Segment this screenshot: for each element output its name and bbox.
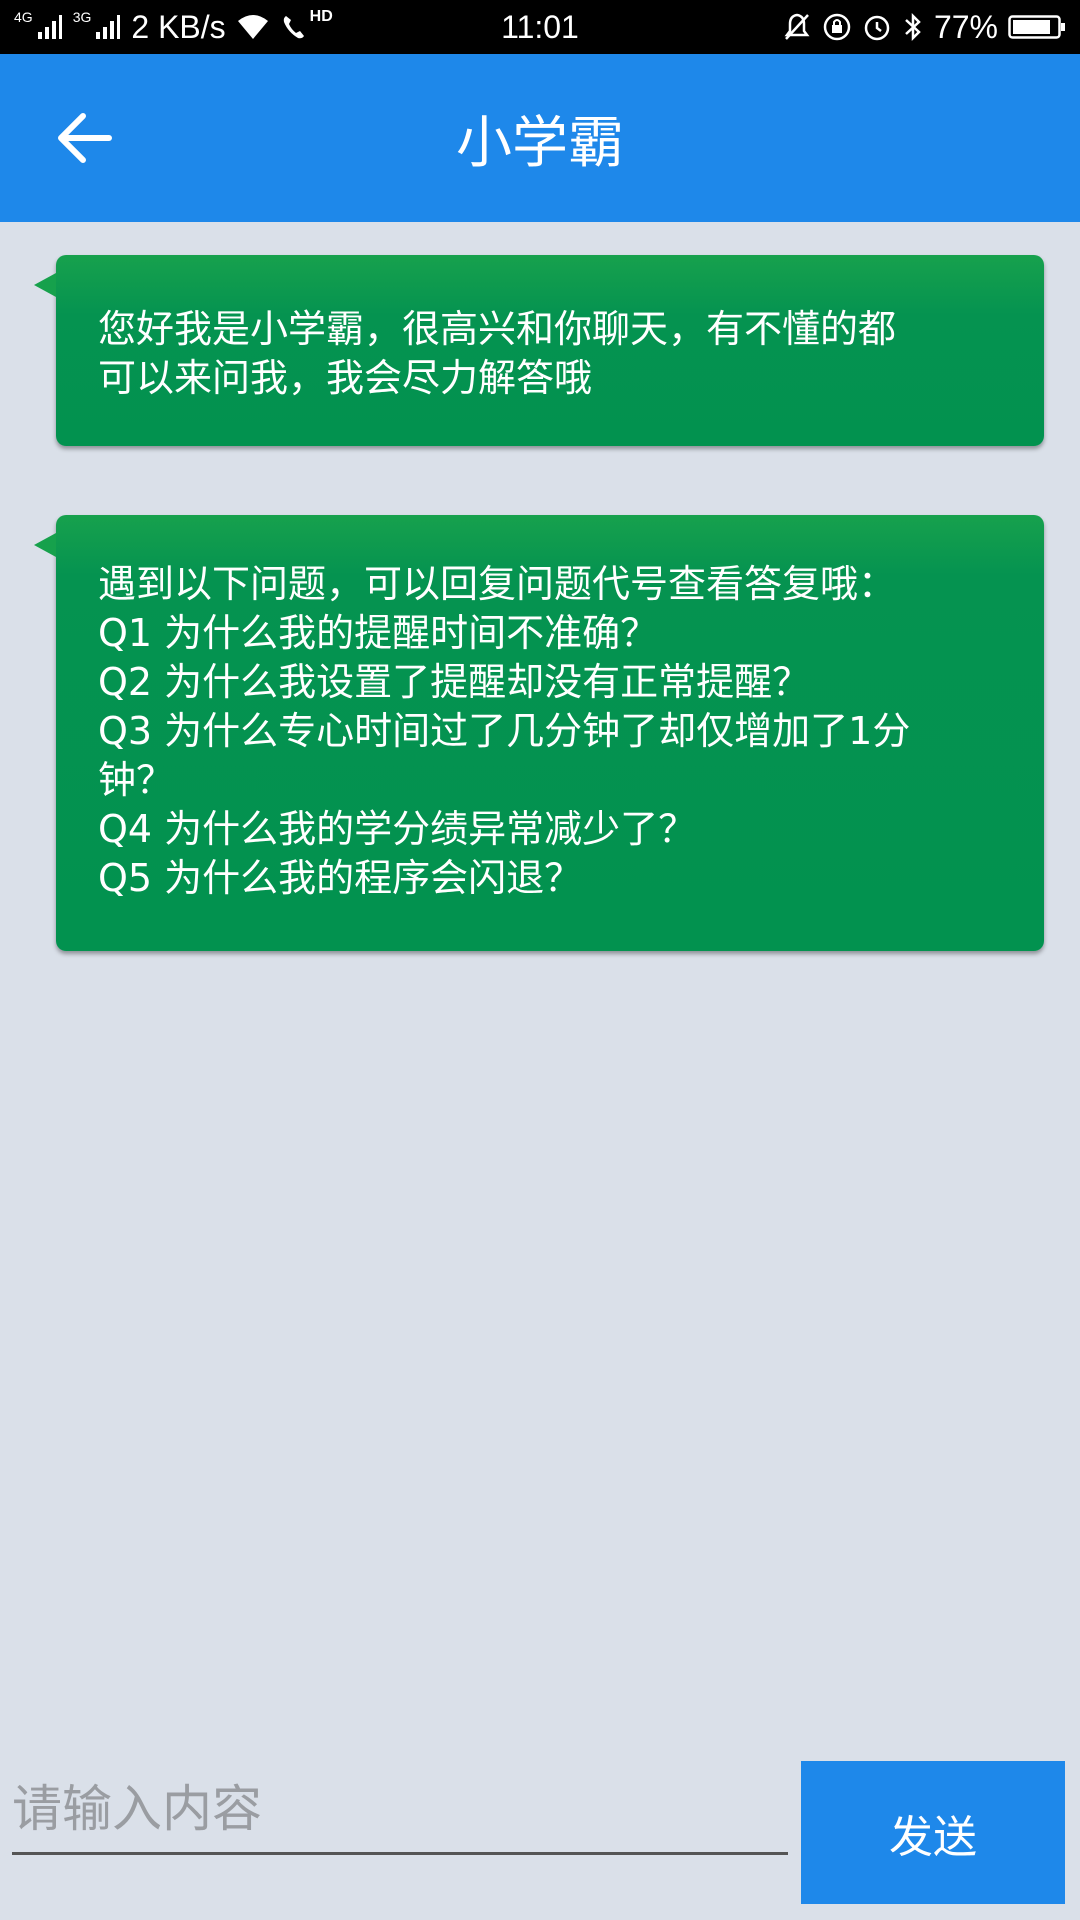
- message-line: Q1 为什么我的提醒时间不准确？: [98, 611, 659, 655]
- battery-percent: 77%: [933, 8, 998, 45]
- mute-icon: [782, 12, 812, 42]
- message-line: Q2 为什么我设置了提醒却没有正常提醒？: [98, 660, 811, 704]
- message-line: 可以来问我，我会尽力解答哦: [98, 356, 593, 400]
- chat-message: 您好我是小学霸，很高兴和你聊天，有不懂的都 可以来问我，我会尽力解答哦: [34, 255, 1044, 446]
- status-bar: 4G 3G 2 KB/s HD 11:01 77%: [0, 0, 1080, 54]
- page-title: 小学霸: [456, 110, 624, 176]
- battery-icon: [1008, 13, 1066, 41]
- status-right: 77%: [782, 0, 1066, 54]
- rotation-lock-icon: [822, 12, 852, 42]
- message-line: 您好我是小学霸，很高兴和你聊天，有不懂的都: [98, 307, 897, 351]
- alarm-icon: [862, 12, 892, 42]
- message-line: 遇到以下问题，可以回复问题代号查看答复哦：: [98, 562, 897, 606]
- message-input[interactable]: [12, 1765, 788, 1855]
- message-line: 钟？: [98, 758, 175, 802]
- chat-message: 遇到以下问题，可以回复问题代号查看答复哦： Q1 为什么我的提醒时间不准确？ Q…: [34, 515, 1044, 951]
- send-button[interactable]: 发送: [801, 1761, 1065, 1904]
- app-bar: 小学霸: [0, 54, 1080, 222]
- bluetooth-icon: [902, 12, 924, 42]
- message-line: Q5 为什么我的程序会闪退？: [98, 856, 583, 900]
- status-time: 11:01: [501, 8, 579, 45]
- message-line: Q4 为什么我的学分绩异常减少了？: [98, 807, 697, 851]
- message-line: Q3 为什么专心时间过了几分钟了却仅增加了1分: [98, 709, 911, 753]
